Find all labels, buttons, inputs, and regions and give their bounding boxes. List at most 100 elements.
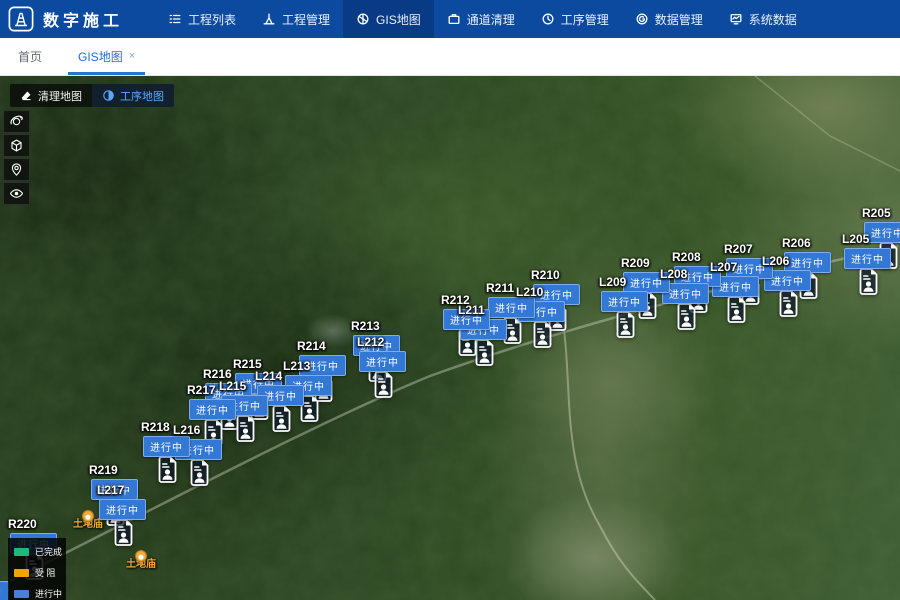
tab-home[interactable]: 首页: [0, 38, 60, 75]
data-icon: [635, 12, 649, 26]
process-map-label: 工序地图: [120, 88, 164, 104]
tower-label-L214: L214: [255, 369, 282, 383]
status-badge-L209[interactable]: 进行中: [601, 291, 648, 312]
map-buttons: 清理地图 工序地图: [10, 84, 174, 107]
tower-label-L206: L206: [762, 254, 789, 268]
nav-item-process[interactable]: 工序管理: [528, 0, 622, 38]
tower-label-R209: R209: [621, 256, 650, 270]
tower-marker-icon-L212[interactable]: [373, 371, 394, 403]
nav-item-list[interactable]: 工程列表: [155, 0, 249, 38]
tower-label-L217: L217: [97, 483, 124, 497]
tower-marker-icon-L205[interactable]: [858, 268, 879, 300]
logo[interactable]: 数字施工: [0, 6, 137, 32]
tower-label-L205: L205: [842, 232, 869, 246]
tower-marker-icon-L217[interactable]: [113, 519, 134, 551]
tower-label-R211: R211: [486, 281, 514, 295]
system-icon: [729, 12, 743, 26]
toolbar-button-pin[interactable]: [3, 158, 30, 181]
nav-item-data[interactable]: 数据管理: [622, 0, 716, 38]
nav-item-label: 工序管理: [561, 11, 609, 28]
tower-logo-icon: [8, 6, 34, 32]
tower-marker-icon-L216[interactable]: [189, 459, 210, 491]
tab-label: GIS地图: [78, 48, 123, 65]
nav-item-label: GIS地图: [376, 11, 421, 28]
legend-label: 已完成: [35, 545, 62, 558]
tower-marker-icon-L209[interactable]: [615, 311, 636, 343]
nav-item-label: 系统数据: [749, 11, 797, 28]
tower-marker-icon-L210[interactable]: [532, 321, 553, 353]
nav-item-label: 工程管理: [282, 11, 330, 28]
tower-marker-icon-L215[interactable]: [235, 415, 256, 447]
toolbar-button-cube[interactable]: [3, 134, 30, 157]
tower-marker-icon-L207[interactable]: [726, 296, 747, 328]
nav-item-project[interactable]: 工程管理: [249, 0, 343, 38]
nav-item-system[interactable]: 系统数据: [716, 0, 810, 38]
legend-label: 受 阻: [35, 566, 56, 579]
satellite-icon: [9, 114, 24, 129]
tower-label-L213: L213: [283, 359, 310, 373]
legend-label: 进行中: [35, 587, 62, 600]
nav-items: 工程列表 工程管理 GIS地图 通道清理 工序管理 数据管理 系统数据: [155, 0, 810, 38]
process-map-button[interactable]: 工序地图: [92, 84, 174, 107]
clear-map-button[interactable]: 清理地图: [10, 84, 92, 107]
process-icon: [541, 12, 555, 26]
tower-label-R213: R213: [351, 319, 380, 333]
status-badge-R217[interactable]: 进行中: [189, 399, 236, 420]
poi-marker[interactable]: 土地庙: [111, 554, 171, 572]
legend-row: 已完成: [14, 545, 60, 558]
tower-marker-icon-R218[interactable]: [157, 456, 178, 488]
tower-label-R219: R219: [89, 463, 118, 477]
status-badge-R205[interactable]: 进行中: [864, 222, 900, 243]
tower-marker-icon-L206[interactable]: [778, 290, 799, 322]
legend-swatch: [14, 569, 29, 577]
tower-label-L210: L210: [516, 285, 543, 299]
status-badge-L212[interactable]: 进行中: [359, 351, 406, 372]
poi-dot-icon: [82, 510, 94, 522]
tower-label-R206: R206: [782, 236, 811, 250]
status-badge-R218[interactable]: 进行中: [143, 436, 190, 457]
legend-row: 进行中: [14, 587, 60, 600]
tower-label-L209: L209: [599, 275, 626, 289]
tower-label-L215: L215: [219, 379, 246, 393]
cube-icon: [9, 138, 24, 153]
tower-label-R220: R220: [8, 517, 37, 531]
tower-label-L216: L216: [173, 423, 200, 437]
terrain-overlay: [0, 76, 900, 600]
tower-label-R212: R212: [441, 293, 470, 307]
map-canvas[interactable]: R205 进行中L205 进行中R206 进行中L206 进行中R207 进行中…: [0, 76, 900, 600]
toolbar-button-eye[interactable]: [3, 182, 30, 205]
navbar: 数字施工 工程列表 工程管理 GIS地图 通道清理 工序管理 数据管理 系统数据: [0, 0, 900, 38]
tower-label-R214: R214: [297, 339, 326, 353]
legend-swatch: [14, 548, 29, 556]
nav-item-briefcase[interactable]: 通道清理: [434, 0, 528, 38]
tower-label-R217: R217: [187, 383, 216, 397]
tab-close-icon[interactable]: ×: [129, 51, 135, 62]
app-title: 数字施工: [43, 7, 123, 31]
legend: 已完成受 阻进行中: [8, 538, 66, 600]
tower-label-L208: L208: [660, 267, 687, 281]
tower-label-R210: R210: [531, 268, 560, 282]
legend-swatch: [14, 590, 29, 598]
nav-item-label: 数据管理: [655, 11, 703, 28]
status-badge-L205[interactable]: 进行中: [844, 248, 891, 269]
pin-icon: [9, 162, 24, 177]
status-badge-R211[interactable]: 进行中: [488, 297, 535, 318]
tab-label: 首页: [18, 48, 42, 65]
poi-dot-icon: [135, 550, 147, 562]
nav-item-globe[interactable]: GIS地图: [343, 0, 434, 38]
toolbar-button-satellite[interactable]: [3, 110, 30, 133]
globe-icon: [356, 12, 370, 26]
tab-gis-map[interactable]: GIS地图 ×: [60, 38, 153, 75]
clear-map-label: 清理地图: [38, 88, 82, 104]
tower-label-R205: R205: [862, 206, 891, 220]
tower-marker-icon-L214[interactable]: [271, 405, 292, 437]
list-icon: [168, 12, 182, 26]
tab-bar: 首页 GIS地图 ×: [0, 38, 900, 76]
contrast-icon: [102, 89, 115, 102]
status-badge-L217[interactable]: 进行中: [99, 499, 146, 520]
nav-item-label: 通道清理: [467, 11, 515, 28]
nav-item-label: 工程列表: [188, 11, 236, 28]
tower-marker-icon-L208[interactable]: [676, 303, 697, 335]
project-icon: [262, 12, 276, 26]
tower-label-R207: R207: [724, 242, 753, 256]
